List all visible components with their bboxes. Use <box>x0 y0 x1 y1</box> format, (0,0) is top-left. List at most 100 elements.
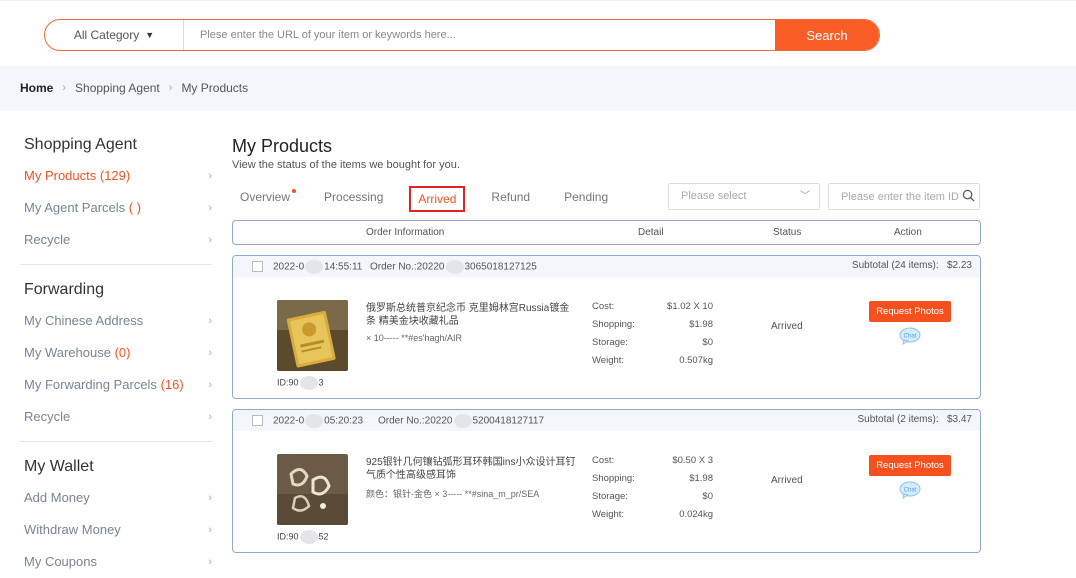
sidebar-item-label: Add Money <box>24 490 90 505</box>
sidebar-item-recycle[interactable]: Recycle › <box>24 401 212 433</box>
search-input[interactable] <box>184 20 775 50</box>
cost-row: Shopping: $1.98 <box>592 473 713 484</box>
sidebar-item-label: Recycle <box>24 232 71 247</box>
order-card: 2022-0 14:55:11 Order No.:20220 3065018127… <box>232 255 981 399</box>
sidebar-group-shopping-agent: Shopping Agent My Products (129) › My Ag… <box>0 130 212 256</box>
order-date: 2022-0 14:55:11 <box>273 260 363 274</box>
caret-down-icon: ▼ <box>145 30 155 40</box>
order-subtotal: Subtotal (24 items): $2.23 <box>851 260 972 271</box>
chevron-right-icon: › <box>62 82 67 94</box>
search-bar: All Category ▼ Search <box>44 19 880 51</box>
cost-row: Storage: $0 <box>592 491 713 502</box>
cost-details: Cost: $0.50 X 3 Shopping: $1.98 Storage: $0… <box>592 455 713 527</box>
sidebar-group-title: Shopping Agent <box>24 136 137 153</box>
breadcrumb-home[interactable]: Home <box>20 81 53 95</box>
order-date: 2022-0 05:20:23 <box>273 414 364 428</box>
tab-arrived[interactable]: Arrived <box>409 186 466 212</box>
svg-text:Chat: Chat <box>904 334 917 340</box>
order-header: 2022-0 14:55:11 Order No.:20220 3065018127… <box>233 256 980 277</box>
product-id: ID:90 3 <box>277 376 324 390</box>
chevron-right-icon: › <box>208 315 212 327</box>
chat-icon[interactable]: Chat <box>899 327 921 345</box>
product-name[interactable]: 俄罗斯总统普京纪念币 克里姆林宫Russia镀金条 精美金块收藏礼品 <box>366 302 578 328</box>
tab-pending[interactable]: Pending <box>556 186 616 212</box>
order-status: Arrived <box>771 321 803 332</box>
order-card: 2022-0 05:20:23 Order No.:20220 5200418127… <box>232 409 981 553</box>
order-number: Order No.:20220 5200418127117 <box>378 414 545 428</box>
request-photos-button[interactable]: Request Photos <box>869 301 951 322</box>
sidebar-item-withdraw-money[interactable]: Withdraw Money › <box>24 514 212 546</box>
sidebar-group-title: Forwarding <box>24 281 105 298</box>
breadcrumb-shopping-agent[interactable]: Shopping Agent <box>75 81 160 95</box>
tab-label: Processing <box>324 190 384 204</box>
category-label: All Category <box>73 28 140 42</box>
sidebar-item-my-agent-parcels[interactable]: My Agent Parcels ( ) › <box>24 192 212 224</box>
sidebar-item-my-chinese-address[interactable]: My Chinese Address › <box>24 305 212 337</box>
chevron-right-icon: › <box>208 379 212 391</box>
sidebar-item-label: My Products <box>24 168 97 183</box>
cost-row: Cost: $1.02 X 10 <box>592 301 713 312</box>
chevron-right-icon: › <box>208 556 212 568</box>
notification-dot <box>292 189 297 193</box>
sidebar-group-forwarding: Forwarding My Chinese Address › My Wareh… <box>0 275 212 433</box>
sidebar-divider <box>20 264 212 265</box>
product-id: ID:90 52 <box>277 530 329 544</box>
product-name[interactable]: 925银针几何镶钻弧形耳环韩国ins小众设计耳钉 气质个性高级感耳饰 <box>366 456 578 482</box>
tab-processing[interactable]: Processing <box>316 186 391 212</box>
product-spec: × 10----- **#es'hagh/AIR <box>366 333 463 343</box>
search-button[interactable]: Search <box>775 20 879 50</box>
status-tabs: Overview Processing Arrived Refund Pendi… <box>232 186 634 212</box>
search-icon[interactable] <box>962 189 975 202</box>
item-id-input[interactable] <box>841 184 967 209</box>
sidebar-item-label: Withdraw Money <box>24 522 121 537</box>
request-photos-button[interactable]: Request Photos <box>869 455 951 476</box>
sidebar-item-my-products[interactable]: My Products (129) › <box>24 160 212 192</box>
tab-refund[interactable]: Refund <box>483 186 538 212</box>
order-checkbox[interactable] <box>252 261 263 272</box>
chevron-right-icon: › <box>168 82 173 94</box>
chevron-right-icon: › <box>208 234 212 246</box>
order-checkbox[interactable] <box>252 415 263 426</box>
sidebar-item-count: (0) <box>114 345 131 360</box>
order-header: 2022-0 05:20:23 Order No.:20220 5200418127… <box>233 410 980 431</box>
main-content: My Products View the status of the items… <box>232 136 982 553</box>
chevron-right-icon: › <box>208 347 212 359</box>
tab-label: Overview <box>240 190 291 204</box>
sidebar-item-my-warehouse[interactable]: My Warehouse (0) › <box>24 337 212 369</box>
cost-row: Weight: 0.024kg <box>592 509 713 520</box>
tab-label: Arrived <box>418 192 457 206</box>
chevron-right-icon: › <box>208 411 212 423</box>
cost-row: Weight: 0.507kg <box>592 355 713 366</box>
svg-text:Chat: Chat <box>904 488 917 494</box>
order-subtotal: Subtotal (2 items): $3.47 <box>857 414 972 425</box>
cost-row: Shopping: $1.98 <box>592 319 713 330</box>
sidebar-item-count: (16) <box>160 377 184 392</box>
tab-overview[interactable]: Overview <box>232 186 298 212</box>
sidebar-item-count: (129) <box>99 168 131 183</box>
sidebar-group-title: My Wallet <box>24 458 94 475</box>
column-header-order-information: Order Information <box>366 227 445 238</box>
product-image[interactable] <box>277 300 348 371</box>
page-title: My Products <box>232 136 333 156</box>
chevron-right-icon: › <box>208 202 212 214</box>
sidebar-item-label: My Forwarding Parcels <box>24 377 157 392</box>
tab-label: Pending <box>564 190 609 204</box>
order-number: Order No.:20220 3065018127125 <box>370 260 537 274</box>
chevron-right-icon: › <box>208 492 212 504</box>
column-header-action: Action <box>894 227 922 238</box>
cost-row: Cost: $0.50 X 3 <box>592 455 713 466</box>
item-id-search <box>828 183 980 210</box>
sidebar-item-my-forwarding-parcels[interactable]: My Forwarding Parcels (16) › <box>24 369 212 401</box>
filter-select-placeholder: Please select <box>681 190 747 202</box>
sidebar-item-recycle[interactable]: Recycle › <box>24 224 212 256</box>
cost-row: Storage: $0 <box>592 337 713 348</box>
chat-icon[interactable]: Chat <box>899 481 921 499</box>
product-image[interactable] <box>277 454 348 525</box>
filter-select[interactable]: Please select ﹀ <box>668 183 820 210</box>
table-header: Order Information Detail Status Action <box>232 220 981 245</box>
breadcrumb-bar: Home › Shopping Agent › My Products <box>0 66 1076 111</box>
sidebar-item-my-coupons[interactable]: My Coupons › <box>24 546 212 578</box>
category-dropdown[interactable]: All Category ▼ <box>45 20 184 50</box>
sidebar-item-add-money[interactable]: Add Money › <box>24 482 212 514</box>
product-spec: 颜色：银针-金色 × 3----- **#sina_m_pr/SEA <box>366 489 540 499</box>
